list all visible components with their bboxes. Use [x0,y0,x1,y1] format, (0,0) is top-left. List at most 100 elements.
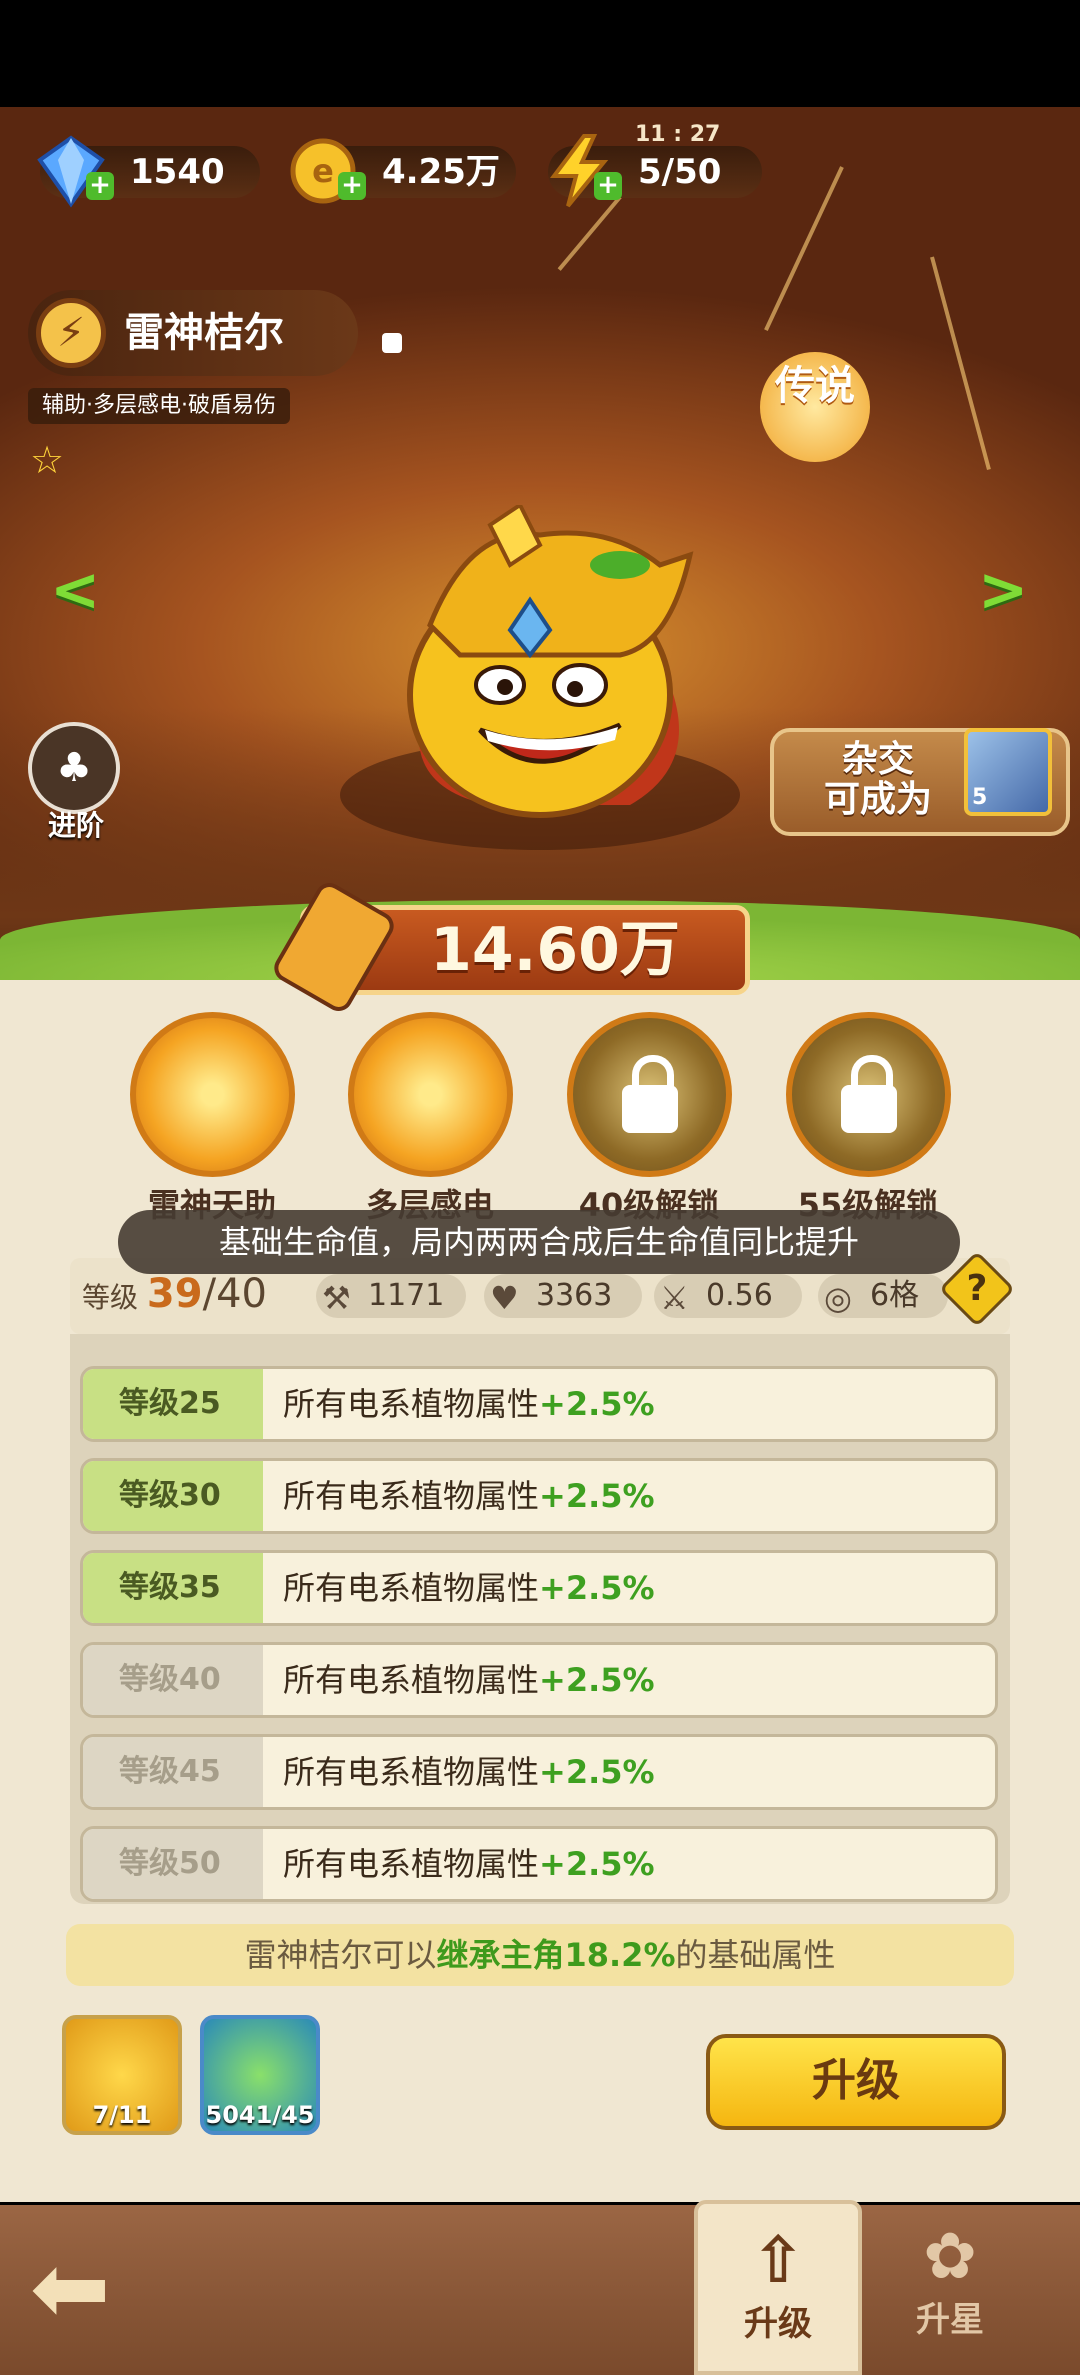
status-bar [0,0,1080,107]
bonus-desc: 所有电系植物属性+2.5% [283,1461,655,1531]
lock-icon [621,1054,678,1133]
bonus-text: 所有电系植物属性 [283,1845,540,1883]
skill-icon-1[interactable] [130,1012,295,1177]
power-banner: 14.60万 [269,877,750,1017]
bonus-text: 所有电系植物属性 [283,1477,540,1515]
bonus-level: 等级40 [83,1645,263,1715]
bonus-value: +2.5% [539,1569,655,1607]
upgrade-button[interactable]: 升级 [706,2034,1006,2130]
bonus-level: 等级30 [83,1461,263,1531]
bonus-desc: 所有电系植物属性+2.5% [283,1369,655,1439]
back-arrow-icon[interactable]: ⬅ [30,2240,150,2340]
gold-value: 4.25万 [382,152,500,192]
level-bonus-row: 等级40 所有电系植物属性+2.5% [80,1642,998,1718]
bonus-desc: 所有电系植物属性+2.5% [283,1829,655,1899]
hero-shard-card[interactable]: 7/11 [62,2015,182,2135]
bonus-value: +2.5% [539,1477,655,1515]
inherit-highlight: 继承主角18.2% [436,1936,676,1974]
potted-plant-icon: ✿ [923,2220,977,2294]
energy-timer: 11 : 27 [635,122,721,147]
rarity-badge: 传说 [760,352,870,462]
electric-element-icon: ⚡ [36,298,106,368]
bonus-value: +2.5% [539,1661,655,1699]
speed-value: 0.56 [706,1278,773,1313]
crossbreed-card-count: 5 [972,785,988,810]
bonus-level: 等级25 [83,1369,263,1439]
level-label: 等级 [82,1281,139,1314]
bonus-value: +2.5% [539,1845,655,1883]
energy-value: 5/50 [638,152,722,192]
skill-icon-3-locked[interactable] [567,1012,732,1177]
prev-hero-arrow-icon[interactable]: < [50,555,100,625]
shard-count: 7/11 [92,2101,152,2129]
add-gem-icon[interactable]: + [86,172,114,200]
svg-text:e: e [312,152,334,190]
rarity-label: 传说 [775,363,855,409]
bonus-text: 所有电系植物属性 [283,1753,540,1791]
level-bonus-list[interactable]: 等级25 所有电系植物属性+2.5% 等级30 所有电系植物属性+2.5% 等级35… [70,1334,1010,1904]
add-energy-icon[interactable]: + [594,172,622,200]
hero-name-plate: ⚡ 雷神桔尔 [28,290,358,376]
range-value: 6格 [870,1278,920,1313]
bonus-level: 等级45 [83,1737,263,1807]
bonus-value: +2.5% [539,1385,655,1423]
range-stat: ◎ 6格 [818,1274,948,1318]
bonus-desc: 所有电系植物属性+2.5% [283,1737,655,1807]
bonus-level: 等级35 [83,1553,263,1623]
inherit-prefix: 雷神桔尔可以 [244,1936,437,1974]
star-icon: ☆ [30,438,65,482]
crossbreed-text: 杂交 可成为 [824,740,932,820]
next-hero-arrow-icon[interactable]: > [978,555,1028,625]
level-max: /40 [202,1271,267,1317]
gold-counter[interactable]: e + 4.25万 [290,138,516,204]
power-value: 14.60万 [430,915,680,985]
hp-value: 3363 [536,1278,613,1313]
help-icon: ? [966,1268,988,1309]
material-count: 5041/45 [205,2101,315,2129]
attack-value: 1171 [368,1278,445,1313]
level-bonus-row: 等级35 所有电系植物属性+2.5% [80,1550,998,1626]
inherit-banner: 雷神桔尔可以继承主角18.2%的基础属性 [66,1924,1014,1986]
upgrade-arrow-icon: ⇧ [751,2224,805,2298]
crossbreed-result-card[interactable]: 5 [964,728,1052,816]
advance-button[interactable]: ♣ [28,722,120,814]
hp-stat: ♥ 3363 [484,1274,642,1318]
attack-stat: ⚒ 1171 [316,1274,466,1318]
seed-material-card[interactable]: 5041/45 [200,2015,320,2135]
level-bonus-row: 等级50 所有电系植物属性+2.5% [80,1826,998,1902]
bonus-value: +2.5% [539,1753,655,1791]
level-current: 39 [146,1271,203,1317]
target-icon: ◎ [824,1279,852,1317]
lock-icon [840,1054,897,1133]
inherit-suffix: 的基础属性 [675,1936,836,1974]
skill-icon-4-locked[interactable] [786,1012,951,1177]
crossbreed-label-1: 杂交 [842,739,915,780]
hero-character-portrait [407,505,694,818]
plant-icon: ♣ [56,745,92,791]
gem-value: 1540 [130,152,225,192]
sword-icon: ⚔ [660,1279,689,1317]
bonus-desc: 所有电系植物属性+2.5% [283,1645,655,1715]
tab-upgrade[interactable]: ⇧ 升级 [694,2200,862,2375]
tab-star-label: 升星 [916,2300,984,2340]
crossbreed-button[interactable]: 杂交 可成为 5 [770,728,1070,836]
level-bonus-row: 等级30 所有电系植物属性+2.5% [80,1458,998,1534]
stat-tooltip: 基础生命值，局内两两合成后生命值同比提升 [118,1210,960,1274]
attack-icon: ⚒ [322,1279,351,1317]
tab-upgrade-label: 升级 [744,2304,812,2344]
info-toggle[interactable] [382,333,402,353]
level-bonus-row: 等级45 所有电系植物属性+2.5% [80,1734,998,1810]
hero-name: 雷神桔尔 [124,310,284,356]
speed-stat: ⚔ 0.56 [654,1274,802,1318]
gem-counter[interactable]: + 1540 [37,135,260,208]
hero-tags: 辅助·多层感电·破盾易伤 [28,388,290,424]
crossbreed-label-2: 可成为 [824,779,933,820]
bonus-desc: 所有电系植物属性+2.5% [283,1553,655,1623]
heart-icon: ♥ [490,1279,519,1317]
skill-icon-2[interactable] [348,1012,513,1177]
bonus-text: 所有电系植物属性 [283,1661,540,1699]
tab-star[interactable]: ✿ 升星 [866,2200,1034,2375]
energy-counter[interactable]: + 5/50 [548,134,762,208]
add-gold-icon[interactable]: + [338,172,366,200]
bonus-level: 等级50 [83,1829,263,1899]
